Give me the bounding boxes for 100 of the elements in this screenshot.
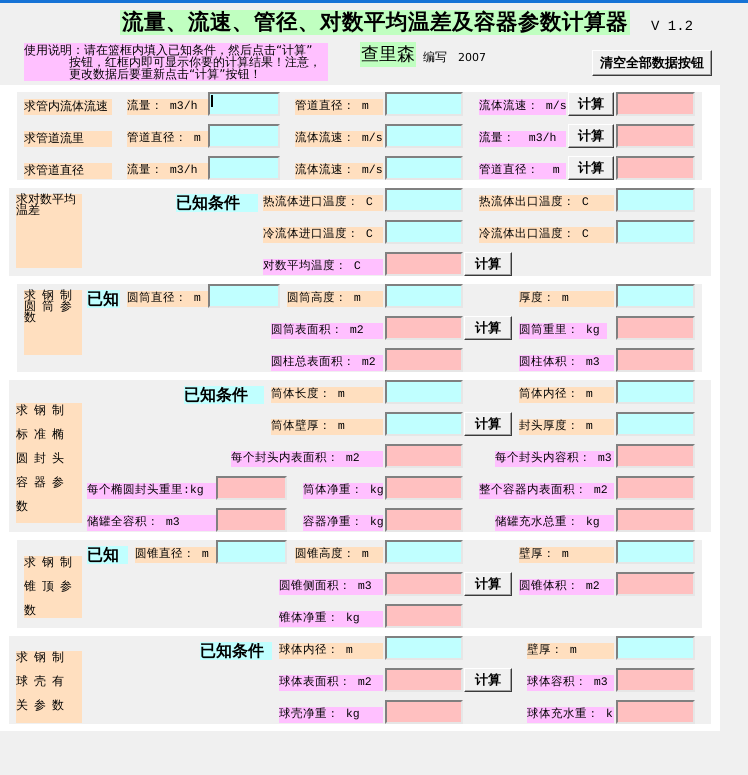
author-name: 查里森 [360, 42, 416, 67]
input-field[interactable] [385, 92, 463, 116]
result-field[interactable] [616, 316, 695, 340]
known-conditions-heading: 已知 [87, 290, 120, 308]
input-field[interactable] [208, 156, 280, 180]
version-label: V 1.2 [651, 20, 694, 34]
field-label: 圆柱体积： m3 [519, 355, 614, 371]
result-field[interactable] [385, 668, 463, 692]
result-field[interactable] [616, 156, 695, 180]
input-field[interactable] [385, 188, 463, 212]
field-label: 储罐全容积： m3 [87, 515, 216, 531]
section-title: 求钢制球壳有关参数 [16, 651, 82, 723]
credit-label: 编写 [423, 51, 447, 63]
calculate-button[interactable]: 计算 [568, 156, 614, 180]
result-field[interactable] [616, 348, 695, 372]
input-field[interactable] [616, 220, 695, 244]
calculate-button[interactable]: 计算 [464, 316, 512, 340]
field-label: 流量： m3/h [127, 163, 208, 179]
result-field[interactable] [385, 572, 463, 596]
input-field[interactable] [385, 156, 463, 180]
calculate-button[interactable]: 计算 [568, 124, 614, 148]
input-field[interactable] [616, 540, 695, 564]
result-field[interactable] [385, 604, 463, 628]
input-field[interactable] [385, 124, 463, 148]
field-label: 管道直径： m [127, 131, 208, 147]
result-field[interactable] [385, 476, 463, 500]
task-label: 求管内流体流速 [24, 99, 112, 115]
calculate-button[interactable]: 计算 [464, 412, 512, 436]
input-field[interactable] [385, 540, 463, 564]
result-field[interactable] [385, 444, 463, 468]
input-field[interactable] [385, 412, 463, 436]
input-field[interactable] [216, 540, 287, 564]
input-field[interactable] [385, 636, 463, 660]
field-label: 圆锥侧面积： m3 [279, 579, 383, 595]
task-label: 求管道直径 [24, 163, 112, 179]
result-field[interactable] [385, 316, 463, 340]
field-label: 筒体净重： kg [303, 483, 383, 499]
input-field[interactable] [616, 188, 695, 212]
input-field[interactable] [385, 284, 463, 308]
section-title: 求对数平均温差 [16, 194, 82, 268]
result-field[interactable] [616, 92, 695, 116]
input-field[interactable] [385, 380, 463, 404]
field-label: 冷流体进口温度： C [263, 227, 383, 243]
result-field[interactable] [616, 476, 695, 500]
text-cursor-icon [211, 95, 213, 107]
field-label: 圆锥体积： m2 [519, 579, 614, 595]
field-label: 筒体壁厚： m [271, 419, 383, 435]
field-label: 对数平均温度： C [263, 259, 383, 275]
result-field[interactable] [616, 668, 695, 692]
known-conditions-heading: 已知 [87, 546, 128, 564]
input-field[interactable] [208, 92, 280, 116]
field-label: 筒体内径： m [519, 387, 614, 403]
known-conditions-heading: 已知条件 [176, 194, 258, 212]
field-label: 每个封头内容积： m3 [495, 451, 614, 467]
input-field[interactable] [616, 284, 695, 308]
result-field[interactable] [385, 252, 463, 276]
result-field[interactable] [216, 476, 287, 500]
input-field[interactable] [616, 412, 695, 436]
result-field[interactable] [216, 508, 287, 532]
field-label: 流量： m3/h [479, 131, 566, 147]
field-label: 热流体出口温度： C [479, 195, 614, 211]
field-label: 筒体长度： m [271, 387, 383, 403]
task-label: 求管道流里 [24, 131, 112, 147]
result-field[interactable] [385, 700, 463, 724]
known-conditions-heading: 已知条件 [184, 386, 264, 404]
section-title: 求钢制标准椭圆封头容器参数 [16, 403, 82, 523]
field-label: 流量： m3/h [127, 99, 208, 115]
field-label: 球壳净重： kg [279, 707, 383, 723]
field-label: 壁厚： m [527, 643, 614, 659]
clear-all-button[interactable]: 清空全部数据按钮 [592, 50, 712, 76]
field-label: 封头厚度： m [519, 419, 614, 435]
field-label: 容器净重： kg [303, 515, 383, 531]
field-label: 圆筒重里： kg [519, 323, 607, 339]
field-label: 储罐充水总重： kg [495, 515, 614, 531]
result-field[interactable] [616, 508, 695, 532]
app-title: 流量、流速、管径、对数平均温差及容器参数计算器 [120, 10, 630, 35]
result-field[interactable] [385, 348, 463, 372]
field-label: 热流体进口温度： C [263, 195, 383, 211]
known-conditions-heading: 已知条件 [200, 642, 272, 660]
field-label: 流体流速： m/s [295, 131, 383, 147]
field-label: 球体容积： m3 [527, 675, 614, 691]
calculate-button[interactable]: 计算 [568, 92, 614, 116]
calculate-button[interactable]: 计算 [464, 668, 512, 692]
result-field[interactable] [616, 572, 695, 596]
field-label: 冷流体出口温度： C [479, 227, 614, 243]
result-field[interactable] [385, 508, 463, 532]
field-label: 圆锥直径： m [135, 547, 216, 563]
input-field[interactable] [208, 284, 280, 308]
result-field[interactable] [616, 700, 695, 724]
input-field[interactable] [385, 220, 463, 244]
calculate-button[interactable]: 计算 [464, 572, 512, 596]
result-field[interactable] [616, 124, 695, 148]
input-field[interactable] [208, 124, 280, 148]
input-field[interactable] [616, 636, 695, 660]
calculate-button[interactable]: 计算 [464, 252, 512, 276]
field-label: 圆锥高度： m [295, 547, 383, 563]
field-label: 流体流速： m/s [295, 163, 383, 179]
input-field[interactable] [616, 380, 695, 404]
result-field[interactable] [616, 444, 695, 468]
field-label: 锥体净重： kg [279, 611, 383, 627]
